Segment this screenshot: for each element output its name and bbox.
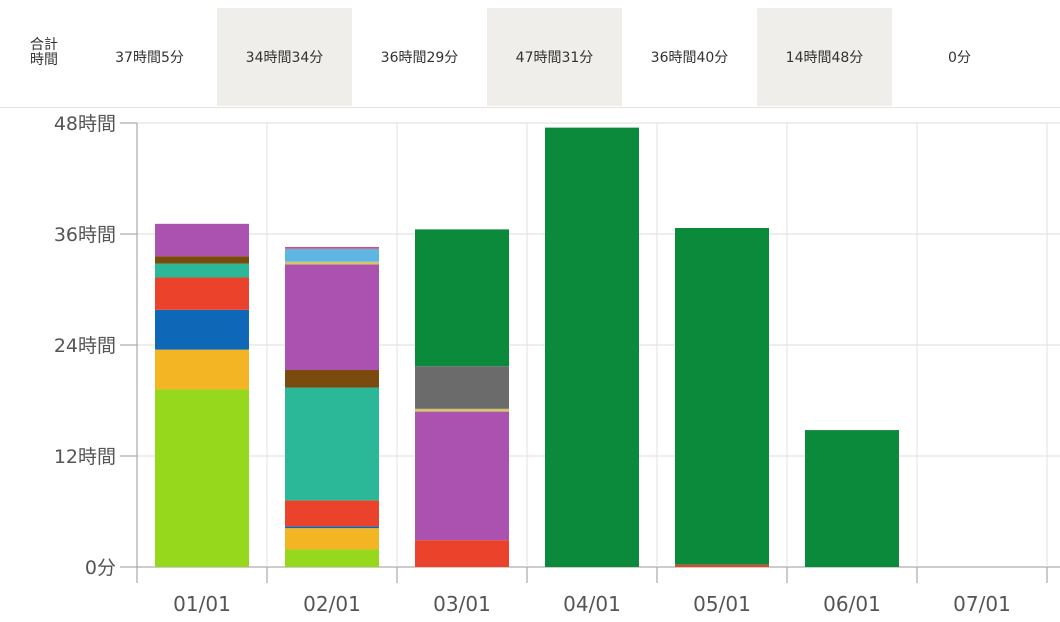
bar-segment [415, 229, 509, 367]
bar-segment [155, 389, 249, 567]
bar-segment [285, 500, 379, 527]
bar-segment [285, 528, 379, 550]
x-tick-label: 06/01 [823, 592, 881, 616]
bar-segment [285, 387, 379, 501]
bar-segment [415, 411, 509, 541]
bar-segment [155, 277, 249, 310]
bar-segment [285, 549, 379, 567]
bar-segment [155, 263, 249, 278]
bar-segment [285, 526, 379, 529]
x-tick-label: 04/01 [563, 592, 621, 616]
bar-segment [415, 408, 509, 412]
bar-segment [805, 430, 899, 567]
x-tick-label: 03/01 [433, 592, 491, 616]
bar-segment [285, 264, 379, 370]
y-tick-label: 12時間 [54, 446, 116, 468]
bar-segment [155, 256, 249, 264]
x-tick-label: 02/01 [303, 592, 361, 616]
bar-segment [415, 540, 509, 567]
y-tick-label: 48時間 [54, 113, 116, 135]
bar-segment [285, 248, 379, 262]
bar-segment [155, 309, 249, 350]
x-tick-label: 01/01 [173, 592, 231, 616]
y-tick-label: 24時間 [54, 335, 116, 357]
x-tick-label: 05/01 [693, 592, 751, 616]
x-tick-label: 07/01 [953, 592, 1011, 616]
y-tick-label: 0分 [85, 557, 116, 579]
bar-segment [155, 223, 249, 257]
bar-segment [285, 246, 379, 249]
bar-segment [675, 227, 769, 565]
bar-segment [545, 127, 639, 567]
bar-segment [675, 564, 769, 567]
bar-segment [285, 261, 379, 265]
stacked-bar-chart: 0分 12時間 24時間 36時間 48時間 01/01 02/01 03/01 04/01 05… [54, 113, 1060, 616]
bar-segment [155, 349, 249, 390]
bar-segment [285, 369, 379, 388]
bar-segment [415, 366, 509, 409]
y-tick-label: 36時間 [54, 224, 116, 246]
